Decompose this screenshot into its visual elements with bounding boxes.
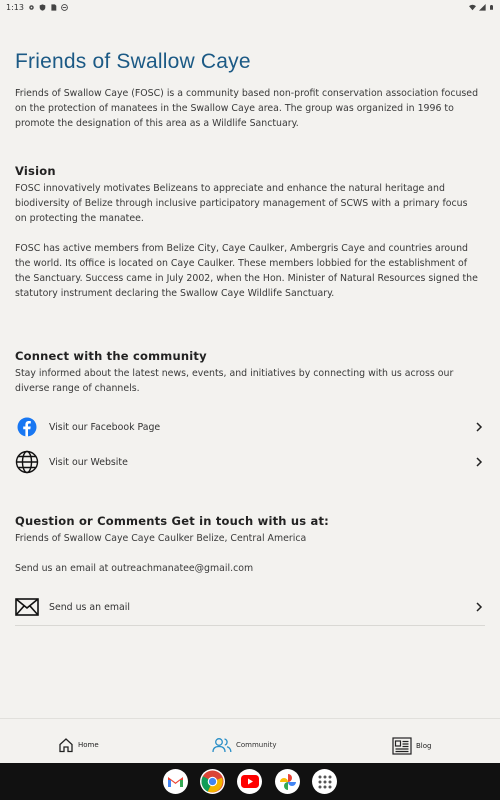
- system-dock: [0, 763, 500, 800]
- do-not-disturb-icon: [61, 3, 68, 11]
- contact-address: Friends of Swallow Caye Caye Caulker Bel…: [15, 533, 307, 544]
- sim-card-icon: [51, 3, 57, 11]
- nav-blog[interactable]: Blog: [392, 737, 431, 755]
- youtube-icon[interactable]: [237, 769, 262, 794]
- shield-icon: [39, 3, 46, 11]
- website-link[interactable]: Visit our Website: [15, 449, 485, 475]
- facebook-icon: [15, 415, 39, 439]
- settings-icon: [29, 4, 34, 10]
- members-text: FOSC has active members from Belize City…: [15, 243, 478, 299]
- divider: [15, 625, 485, 626]
- newspaper-icon: [392, 737, 412, 755]
- nav-home-label: Home: [78, 741, 99, 749]
- signal-icon: [479, 3, 486, 11]
- status-bar: 1:13: [0, 0, 500, 14]
- connect-heading: Connect with the community: [15, 349, 207, 363]
- facebook-link-label: Visit our Facebook Page: [49, 421, 161, 433]
- battery-icon: [490, 4, 493, 10]
- intro-text: Friends of Swallow Caye (FOSC) is a comm…: [15, 88, 479, 129]
- nav-community-label: Community: [236, 741, 277, 749]
- contact-heading: Question or Comments Get in touch with u…: [15, 514, 329, 528]
- bottom-navigation: Home Community Blog: [0, 718, 500, 763]
- envelope-icon: [15, 595, 39, 619]
- connect-text: Stay informed about the latest news, eve…: [15, 368, 454, 394]
- nav-community[interactable]: Community: [212, 737, 277, 753]
- nav-home[interactable]: Home: [58, 737, 99, 753]
- website-link-label: Visit our Website: [49, 456, 128, 468]
- globe-icon: [15, 450, 39, 474]
- vision-heading: Vision: [15, 164, 56, 178]
- photos-icon[interactable]: [275, 769, 300, 794]
- chevron-right-icon: [476, 457, 483, 467]
- send-email-link[interactable]: Send us an email: [15, 594, 485, 620]
- wifi-icon: [469, 4, 476, 10]
- facebook-link[interactable]: Visit our Facebook Page: [15, 414, 485, 440]
- contact-email-text: Send us an email at outreachmanatee@gmai…: [15, 563, 254, 574]
- page-title: Friends of Swallow Caye: [15, 50, 251, 73]
- vision-text: FOSC innovatively motivates Belizeans to…: [15, 183, 468, 224]
- chevron-right-icon: [476, 422, 483, 432]
- gmail-icon[interactable]: [163, 769, 188, 794]
- send-email-label: Send us an email: [49, 601, 130, 613]
- chrome-icon[interactable]: [200, 769, 225, 794]
- home-icon: [59, 738, 73, 753]
- nav-blog-label: Blog: [416, 742, 432, 750]
- chevron-right-icon: [476, 602, 483, 612]
- app-drawer-icon[interactable]: [312, 769, 337, 794]
- community-icon: [212, 738, 232, 753]
- status-time: 1:13: [6, 2, 24, 12]
